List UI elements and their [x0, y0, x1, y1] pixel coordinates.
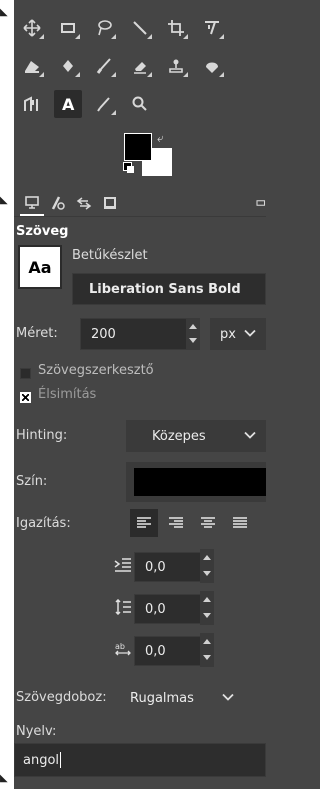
spin-down-icon[interactable] — [203, 613, 211, 618]
svg-text:ab: ab — [115, 642, 125, 651]
heal-tool-icon[interactable] — [198, 52, 226, 80]
paintbrush-tool-icon[interactable] — [90, 52, 118, 80]
fuzzy-select-tool-icon[interactable] — [126, 14, 154, 42]
marker-icon: ◣ — [0, 773, 8, 784]
justify-center-icon[interactable] — [194, 509, 222, 537]
indent-icon — [112, 555, 134, 575]
box-label: Szövegdoboz: — [16, 690, 107, 705]
letter-spacing-spinner[interactable] — [200, 633, 214, 667]
hinting-select[interactable]: Közepes — [126, 420, 266, 452]
size-label: Méret: — [16, 326, 58, 341]
color-picker-tool-icon[interactable] — [90, 90, 118, 118]
line-spacing-value: 0,0 — [145, 601, 166, 617]
font-section-label: Betűkészlet — [72, 248, 148, 263]
clone-tool-icon[interactable] — [162, 52, 190, 80]
move-tool-icon[interactable] — [18, 14, 46, 42]
size-unit-value: px — [220, 326, 236, 342]
spin-down-icon[interactable] — [203, 571, 211, 576]
left-strip: ◣ ◣ ◣ — [0, 0, 14, 789]
antialias-checkbox[interactable] — [20, 392, 31, 403]
spin-up-icon[interactable] — [203, 597, 211, 602]
antialias-label: Élsimítás — [38, 387, 97, 402]
dock-tabs — [14, 190, 266, 217]
bucket-fill-tool-icon[interactable] — [18, 52, 46, 80]
size-spinner[interactable] — [186, 318, 200, 350]
device-status-tab-icon[interactable] — [46, 190, 70, 216]
justify-label: Igazítás: — [16, 516, 71, 531]
color-swatch — [134, 468, 266, 496]
marker-icon: ◣ — [0, 7, 8, 18]
justify-fill-icon[interactable] — [226, 509, 254, 537]
size-input[interactable]: 200 — [80, 318, 200, 350]
chevron-down-icon — [222, 691, 234, 706]
letter-spacing-icon: ab — [112, 639, 134, 659]
text-editor-checkbox[interactable] — [20, 368, 31, 379]
paths-tool-icon[interactable] — [18, 90, 46, 118]
language-label: Nyelv: — [16, 724, 57, 739]
reset-colors-icon[interactable] — [123, 162, 134, 173]
spin-down-icon[interactable] — [189, 338, 197, 343]
line-spacing-input[interactable]: 0,0 — [134, 594, 202, 624]
swap-colors-icon[interactable]: ⤶ — [157, 131, 164, 146]
language-input[interactable]: angol — [14, 743, 266, 777]
text-cursor — [60, 752, 62, 768]
marker-icon: ◣ — [0, 195, 8, 206]
line-spacing-icon — [112, 597, 134, 617]
panel-title: Szöveg — [16, 224, 69, 239]
tool-panel: A ⤶ Szöveg Aa Betűkészlet Liberation San… — [14, 0, 266, 789]
font-input[interactable]: Liberation Sans Bold — [72, 273, 266, 305]
chevron-down-icon — [244, 327, 256, 342]
spin-down-icon[interactable] — [203, 655, 211, 660]
svg-text:A: A — [62, 95, 75, 113]
chevron-down-icon — [244, 429, 256, 444]
transform-tool-icon[interactable] — [198, 14, 226, 42]
undo-history-tab-icon[interactable] — [72, 190, 96, 216]
tool-options-tab-icon[interactable] — [20, 190, 44, 216]
spin-up-icon[interactable] — [203, 639, 211, 644]
justify-right-icon[interactable] — [162, 509, 190, 537]
crop-tool-icon[interactable] — [162, 14, 190, 42]
images-tab-icon[interactable] — [98, 190, 122, 216]
text-editor-label: Szövegszerkesztő — [38, 363, 154, 378]
size-value: 200 — [91, 326, 116, 342]
size-unit-select[interactable]: px — [210, 318, 266, 350]
line-spacing-spinner[interactable] — [200, 591, 214, 625]
font-preview-button[interactable]: Aa — [18, 245, 62, 289]
hinting-label: Hinting: — [16, 428, 68, 443]
zoom-tool-icon[interactable] — [126, 90, 154, 118]
smudge-tool-icon[interactable] — [54, 52, 82, 80]
foreground-color-swatch[interactable] — [124, 133, 152, 161]
language-value: angol — [23, 752, 60, 768]
text-tool-icon[interactable]: A — [54, 90, 82, 118]
color-button[interactable] — [126, 462, 266, 502]
color-label: Szín: — [16, 474, 48, 489]
free-select-tool-icon[interactable] — [90, 14, 118, 42]
spin-up-icon[interactable] — [203, 555, 211, 560]
rect-select-tool-icon[interactable] — [54, 14, 82, 42]
indent-input[interactable]: 0,0 — [134, 552, 202, 582]
box-mode-value: Rugalmas — [130, 690, 194, 706]
eraser-tool-icon[interactable] — [126, 52, 154, 80]
letter-spacing-input[interactable]: 0,0 — [134, 636, 202, 666]
indent-value: 0,0 — [145, 559, 166, 575]
indent-spinner[interactable] — [200, 549, 214, 583]
hinting-value: Közepes — [152, 428, 206, 444]
dock-menu-icon[interactable] — [254, 190, 266, 216]
letter-spacing-value: 0,0 — [145, 643, 166, 659]
spin-up-icon[interactable] — [189, 324, 197, 329]
justify-left-icon[interactable] — [130, 509, 158, 537]
box-mode-select[interactable]: Rugalmas — [120, 682, 244, 714]
